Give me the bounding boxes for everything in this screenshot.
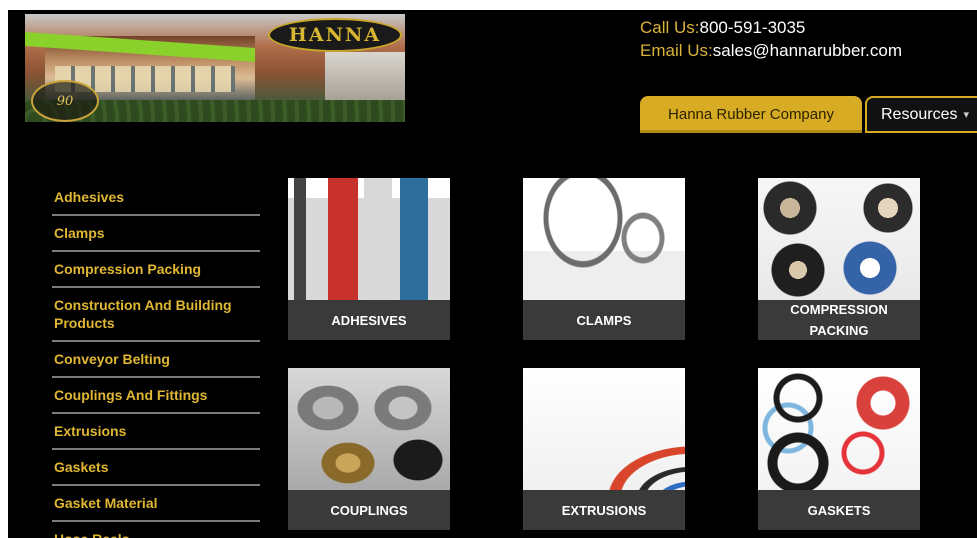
product-caption: COMPRESSION PACKING <box>758 300 920 340</box>
phone-label: Call Us: <box>640 18 700 37</box>
product-tile-extrusions[interactable]: EXTRUSIONS <box>523 368 685 530</box>
email-label: Email Us: <box>640 41 713 60</box>
anniversary-seal: 90 <box>31 80 99 122</box>
sidebar-item-couplings-fittings[interactable]: Couplings And Fittings <box>52 378 260 414</box>
nav-hanna-rubber-company-label: Hanna Rubber Company <box>668 106 834 123</box>
product-tile-clamps[interactable]: CLAMPS <box>523 178 685 340</box>
sidebar-item-gasket-material[interactable]: Gasket Material <box>52 486 260 522</box>
email-line: Email Us:sales@hannarubber.com <box>640 39 902 62</box>
clamps-image <box>523 178 685 300</box>
sidebar-item-adhesives[interactable]: Adhesives <box>52 180 260 216</box>
nav-resources-dropdown[interactable]: Resources ▾ <box>865 96 977 133</box>
compression-packing-image <box>758 178 920 300</box>
sidebar-item-construction-building[interactable]: Construction And Building Products <box>52 288 260 342</box>
gaskets-image <box>758 368 920 490</box>
product-tile-compression-packing[interactable]: COMPRESSION PACKING <box>758 178 920 340</box>
extrusions-image <box>523 368 685 490</box>
product-caption: COUPLINGS <box>288 490 450 530</box>
sidebar-item-conveyor-belting[interactable]: Conveyor Belting <box>52 342 260 378</box>
product-tile-gaskets[interactable]: GASKETS <box>758 368 920 530</box>
nav-resources-label: Resources <box>881 105 958 123</box>
sidebar-item-compression-packing[interactable]: Compression Packing <box>52 252 260 288</box>
sidebar-item-extrusions[interactable]: Extrusions <box>52 414 260 450</box>
seal-text: 90 <box>56 93 74 109</box>
nav-hanna-rubber-company[interactable]: Hanna Rubber Company <box>640 96 862 133</box>
header-logo-banner[interactable]: HANNA 90 <box>25 14 405 122</box>
product-tile-couplings[interactable]: COUPLINGS <box>288 368 450 530</box>
page-frame: HANNA 90 Call Us:800-591-3035 Email Us:s… <box>8 10 977 538</box>
product-caption: CLAMPS <box>523 300 685 340</box>
product-caption: EXTRUSIONS <box>523 490 685 530</box>
contact-info: Call Us:800-591-3035 Email Us:sales@hann… <box>640 16 902 62</box>
logo-text: HANNA <box>288 24 382 46</box>
hanna-logo: HANNA <box>268 18 402 52</box>
phone-number-link[interactable]: 800-591-3035 <box>700 18 806 37</box>
phone-line: Call Us:800-591-3035 <box>640 16 902 39</box>
chevron-down-icon: ▾ <box>963 109 970 121</box>
adhesives-image <box>288 178 450 300</box>
product-caption: GASKETS <box>758 490 920 530</box>
product-caption: ADHESIVES <box>288 300 450 340</box>
couplings-image <box>288 368 450 490</box>
product-tile-adhesives[interactable]: ADHESIVES <box>288 178 450 340</box>
email-link[interactable]: sales@hannarubber.com <box>713 41 902 60</box>
sidebar-item-hose-reels[interactable]: Hose Reels <box>52 522 260 538</box>
sidebar-item-gaskets[interactable]: Gaskets <box>52 450 260 486</box>
category-sidebar: Adhesives Clamps Compression Packing Con… <box>52 180 260 538</box>
sidebar-item-clamps[interactable]: Clamps <box>52 216 260 252</box>
